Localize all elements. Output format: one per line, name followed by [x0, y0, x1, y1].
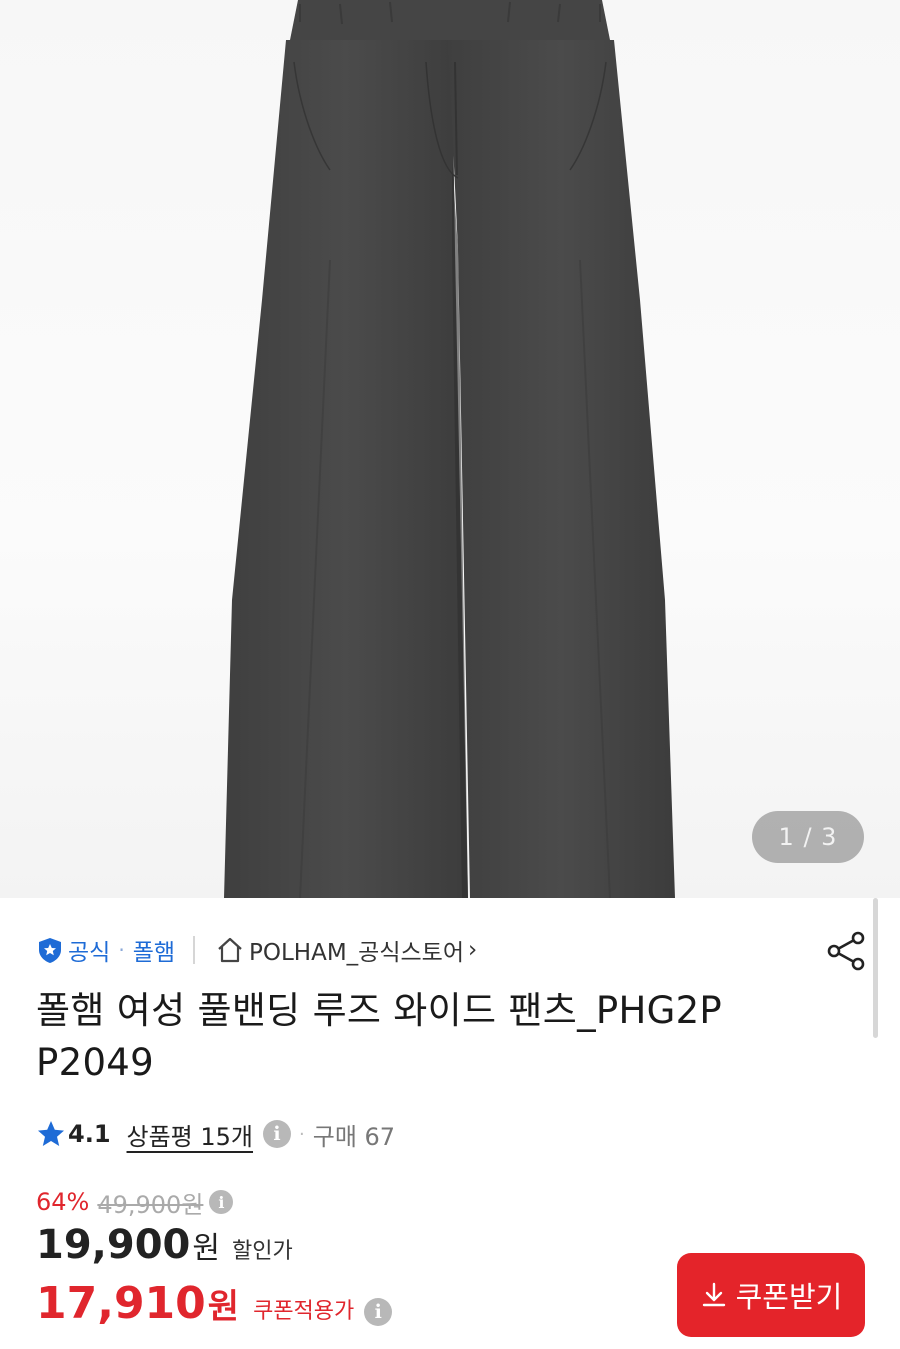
home-icon: [218, 937, 242, 963]
review-count-link[interactable]: 상품평 15개: [127, 1117, 254, 1152]
scrollbar[interactable]: [873, 898, 878, 1038]
coupon-price-label: 쿠폰적용가: [253, 1299, 355, 1324]
coupon-price-row: 17,910 원 쿠폰적용가 i: [36, 1278, 393, 1338]
get-coupon-label: 쿠폰받기: [735, 1280, 843, 1314]
share-icon[interactable]: [826, 930, 868, 972]
product-image: [224, 0, 675, 898]
official-badge-icon: [39, 938, 61, 963]
store-link[interactable]: POLHAM_공식스토어: [249, 933, 464, 967]
separator-dot: ·: [118, 938, 125, 962]
brand-link[interactable]: 폴햄: [133, 933, 175, 967]
get-coupon-button[interactable]: 쿠폰받기: [677, 1253, 865, 1337]
info-icon[interactable]: i: [263, 1120, 292, 1148]
product-title: 폴햄 여성 풀밴딩 루즈 와이드 팬츠_PHG2P P2049: [36, 989, 723, 1084]
info-icon[interactable]: i: [209, 1190, 234, 1214]
chevron-right-icon: ›: [467, 937, 478, 963]
coupon-price: 17,910: [36, 1278, 206, 1329]
separator-dot: ·: [299, 1123, 305, 1145]
sale-price-label: 할인가: [231, 1239, 293, 1264]
purchase-count: 구매 67: [312, 1122, 396, 1151]
original-price: 49,900원: [97, 1190, 204, 1219]
divider: [193, 936, 196, 964]
rating-score: 4.1: [68, 1120, 111, 1148]
coupon-price-unit: 원: [207, 1287, 240, 1327]
download-icon: [702, 1282, 725, 1307]
product-image-carousel[interactable]: 1 / 3: [0, 0, 900, 898]
sale-price-unit: 원: [192, 1231, 220, 1266]
rating-row: 4.1 상품평 15개 i · 구매 67: [36, 1112, 395, 1156]
image-counter: 1 / 3: [752, 811, 864, 863]
original-price-row: 64% 49,900원 i: [36, 1184, 234, 1220]
sale-price: 19,900: [36, 1222, 191, 1268]
seller-row: 공식 · 폴햄 POLHAM_공식스토어 ›: [36, 928, 477, 972]
star-icon: [38, 1121, 64, 1146]
info-icon[interactable]: i: [364, 1298, 393, 1326]
sale-price-row: 19,900 원 할인가: [36, 1222, 293, 1274]
discount-rate: 64%: [36, 1188, 90, 1216]
official-label[interactable]: 공식: [68, 933, 110, 967]
